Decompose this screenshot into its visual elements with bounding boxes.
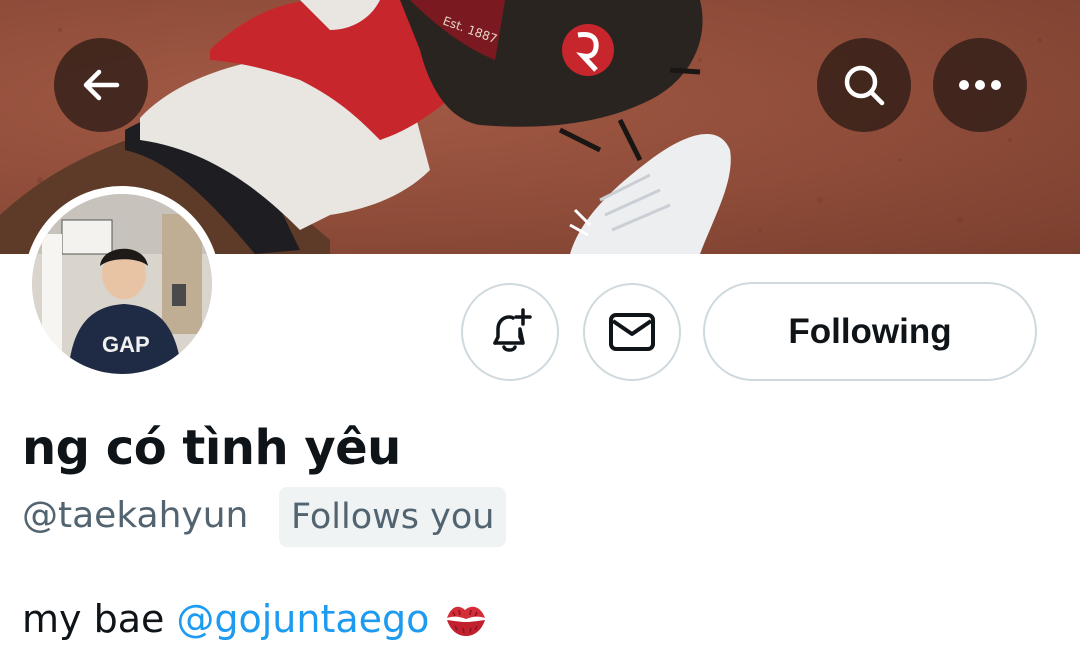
bell-plus-icon [493, 308, 532, 352]
more-options-button[interactable] [933, 38, 1027, 132]
search-icon [844, 65, 885, 106]
kiss-mark-icon [443, 600, 489, 638]
envelope-icon [609, 313, 655, 351]
notify-button[interactable] [461, 283, 559, 381]
display-name: ng có tình yêu [22, 420, 401, 476]
search-button[interactable] [817, 38, 911, 132]
bio-mention-link[interactable]: @gojuntaego [176, 597, 429, 641]
following-button[interactable]: Following [703, 282, 1037, 381]
message-button[interactable] [583, 283, 681, 381]
avatar-shirt-text: GAP [102, 332, 150, 357]
follows-you-badge: Follows you [279, 487, 507, 547]
profile-bio: my bae @gojuntaego [22, 597, 489, 641]
user-handle: @taekahyun [22, 495, 249, 536]
more-horizontal-icon [959, 80, 1001, 90]
avatar-photo: GAP [32, 194, 212, 374]
arrow-left-icon [83, 69, 120, 101]
back-button[interactable] [54, 38, 148, 132]
bio-text: my bae [22, 597, 165, 641]
profile-avatar[interactable]: GAP [24, 186, 220, 382]
